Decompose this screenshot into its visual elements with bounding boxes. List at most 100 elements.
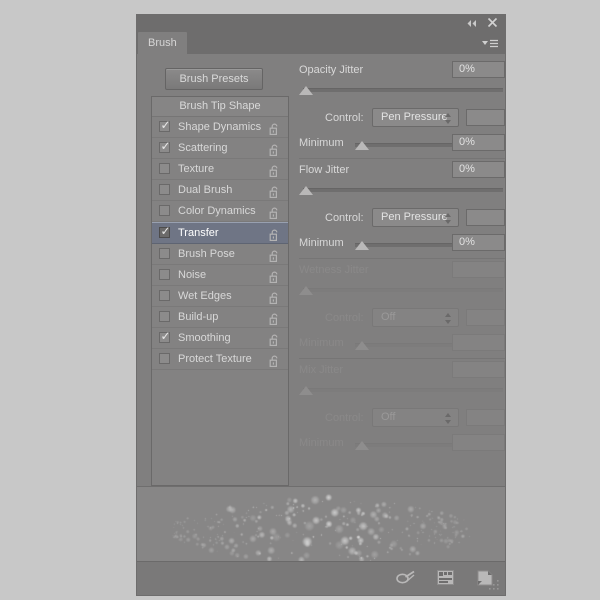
group-separator [299, 358, 505, 359]
jitter-slider-track[interactable] [303, 88, 503, 92]
unlocked-padlock-icon[interactable] [269, 184, 280, 196]
brush-option-row[interactable]: Build-up [152, 307, 288, 328]
toggle-airbrush-icon[interactable] [395, 570, 417, 591]
unlocked-padlock-icon[interactable] [269, 290, 280, 302]
checkbox-wet-edges[interactable] [159, 290, 170, 301]
minimum-slider-thumb[interactable] [355, 141, 369, 150]
checkbox-protect-texture[interactable] [159, 353, 170, 364]
unlocked-padlock-icon[interactable] [269, 311, 280, 323]
create-new-brush-preset-icon[interactable] [437, 570, 454, 590]
checkbox-color-dynamics[interactable] [159, 205, 170, 216]
panel-tabstrip: Brush [137, 32, 505, 54]
jitter-slider-track[interactable] [303, 288, 503, 292]
setting-value-field[interactable] [452, 361, 505, 378]
unlocked-padlock-icon[interactable] [269, 269, 280, 281]
unlocked-padlock-icon[interactable] [269, 205, 280, 217]
brush-option-row[interactable]: Wet Edges [152, 286, 288, 307]
brush-option-row[interactable]: Texture [152, 159, 288, 180]
minimum-value-field[interactable] [452, 334, 505, 351]
unlocked-padlock-icon[interactable] [269, 227, 280, 239]
panel-titlebar [137, 15, 505, 32]
minimum-value-field[interactable]: 0% [452, 234, 505, 251]
unlocked-padlock-icon[interactable] [269, 163, 280, 175]
control-extra-field[interactable] [466, 409, 505, 426]
check-icon: ✓ [160, 118, 171, 132]
jitter-slider-thumb[interactable] [299, 386, 313, 395]
check-icon: ✓ [160, 329, 171, 343]
unlocked-padlock-icon[interactable] [269, 248, 280, 260]
unlocked-padlock-icon[interactable] [269, 121, 280, 133]
brush-option-row[interactable]: ✓Smoothing [152, 328, 288, 349]
control-extra-field[interactable] [466, 209, 505, 226]
brush-option-row[interactable]: ✓Transfer [152, 222, 288, 244]
minimum-label: Minimum [299, 237, 344, 249]
jitter-slider-thumb[interactable] [299, 186, 313, 195]
jitter-slider-thumb[interactable] [299, 86, 313, 95]
minimum-value-field[interactable] [452, 434, 505, 451]
control-select[interactable]: Off [372, 408, 459, 427]
brush-tip-shape-header[interactable]: Brush Tip Shape [152, 97, 288, 117]
minimum-slider-thumb[interactable] [355, 241, 369, 250]
minimum-slider-thumb[interactable] [355, 341, 369, 350]
brush-option-row[interactable]: ✓ Shape Dynamics [152, 117, 288, 138]
setting-value-field[interactable] [452, 261, 505, 278]
checkbox-texture[interactable] [159, 163, 170, 174]
brush-presets-button[interactable]: Brush Presets [165, 68, 263, 90]
control-select-value: Pen Pressure [381, 211, 448, 223]
checkbox-dual-brush[interactable] [159, 184, 170, 195]
settings-column: Opacity Jitter 0% Control: Pen Pressure Mini… [299, 54, 505, 486]
panel-menu-icon[interactable] [481, 37, 499, 49]
checkbox-transfer[interactable]: ✓ [159, 227, 170, 238]
brush-option-row[interactable]: ✓Scattering [152, 138, 288, 159]
control-extra-field[interactable] [466, 309, 505, 326]
minimum-value-field[interactable]: 0% [452, 134, 505, 151]
jitter-slider-track[interactable] [303, 388, 503, 392]
setting-value-field[interactable]: 0% [452, 61, 505, 78]
check-icon: ✓ [160, 224, 171, 238]
close-icon[interactable] [486, 17, 498, 29]
brush-options-list[interactable]: Brush Tip Shape ✓ Shape Dynamics✓Scatteri… [151, 96, 289, 486]
setting-group-title: Opacity Jitter [299, 64, 363, 76]
unlocked-padlock-icon[interactable] [269, 353, 280, 365]
resize-grip-icon[interactable] [488, 579, 501, 592]
minimum-label: Minimum [299, 337, 344, 349]
brush-panel: Brush Brush Presets Brush Tip Shape ✓ Sha… [136, 14, 506, 596]
setting-value-field[interactable]: 0% [452, 161, 505, 178]
minimum-slider-track[interactable] [355, 343, 465, 347]
brush-option-label: Shape Dynamics [178, 117, 261, 137]
checkbox-smoothing[interactable]: ✓ [159, 332, 170, 343]
control-label: Control: [325, 212, 364, 224]
control-select[interactable]: Pen Pressure [372, 208, 459, 227]
group-separator [299, 258, 505, 259]
brush-option-row[interactable]: Dual Brush [152, 180, 288, 201]
checkbox-scattering[interactable]: ✓ [159, 142, 170, 153]
tab-brush[interactable]: Brush [138, 32, 187, 54]
checkbox-build-up[interactable] [159, 311, 170, 322]
control-extra-field[interactable] [466, 109, 505, 126]
collapse-double-arrow-icon[interactable] [466, 18, 478, 29]
brush-option-label: Build-up [178, 307, 218, 327]
checkbox-noise[interactable] [159, 269, 170, 280]
brush-option-row[interactable]: Color Dynamics [152, 201, 288, 222]
setting-group-title: Wetness Jitter [299, 264, 369, 276]
control-select-value: Pen Pressure [381, 111, 448, 123]
brush-option-row[interactable]: Protect Texture [152, 349, 288, 370]
brush-option-row[interactable]: Noise [152, 265, 288, 286]
jitter-slider-thumb[interactable] [299, 286, 313, 295]
checkbox-shape-dynamics[interactable]: ✓ [159, 121, 170, 132]
control-select-value: Off [381, 311, 395, 323]
control-select[interactable]: Off [372, 308, 459, 327]
setting-group-title: Flow Jitter [299, 164, 349, 176]
minimum-slider-track[interactable] [355, 143, 465, 147]
minimum-slider-track[interactable] [355, 443, 465, 447]
brush-option-row[interactable]: Brush Pose [152, 244, 288, 265]
control-select-value: Off [381, 411, 395, 423]
brush-option-label: Color Dynamics [178, 201, 256, 221]
unlocked-padlock-icon[interactable] [269, 332, 280, 344]
minimum-slider-track[interactable] [355, 243, 465, 247]
minimum-slider-thumb[interactable] [355, 441, 369, 450]
control-select[interactable]: Pen Pressure [372, 108, 459, 127]
checkbox-brush-pose[interactable] [159, 248, 170, 259]
unlocked-padlock-icon[interactable] [269, 142, 280, 154]
jitter-slider-track[interactable] [303, 188, 503, 192]
